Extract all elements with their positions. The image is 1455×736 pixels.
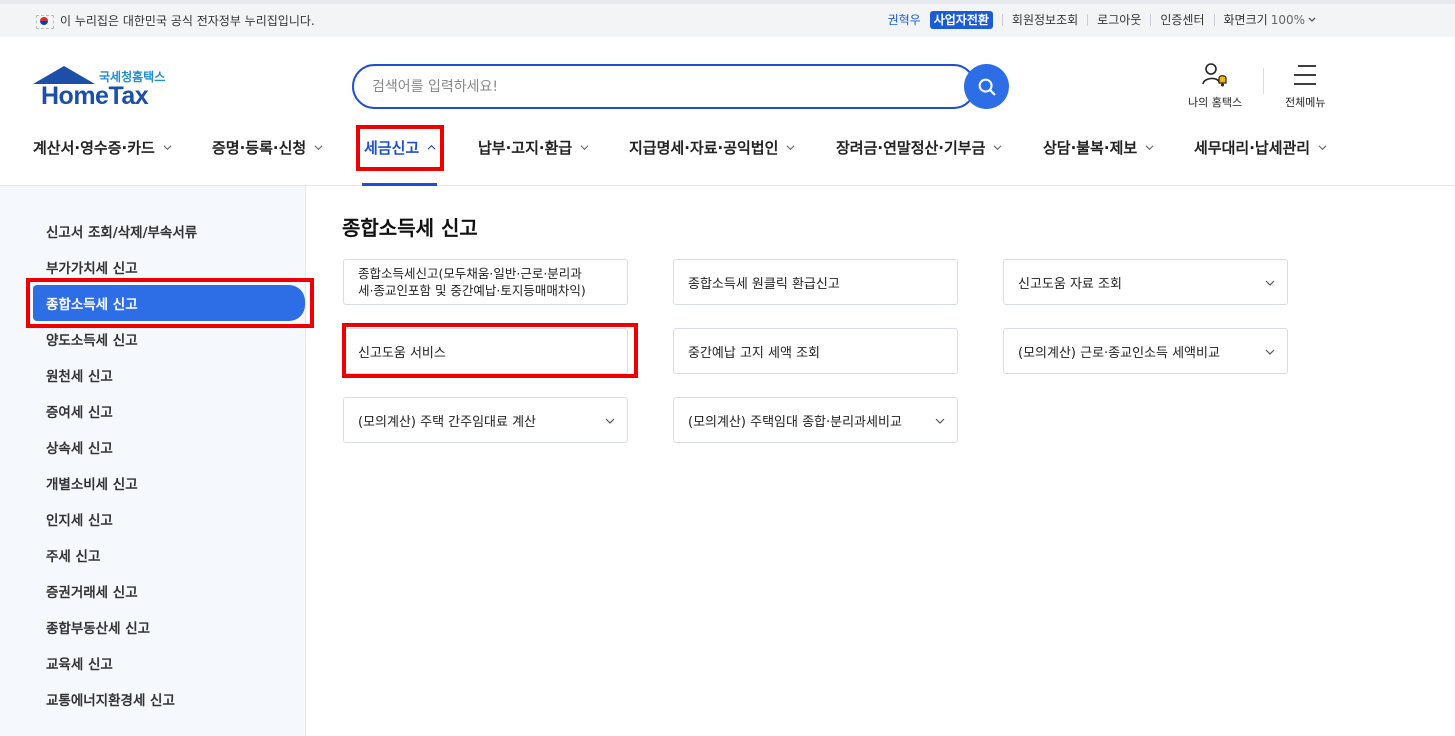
chevron-down-icon [1308, 17, 1316, 22]
highlight-box-sidebar [26, 278, 314, 328]
highlight-box-card [342, 323, 638, 378]
gnb-label: 계산서·영수증·카드 [33, 139, 155, 157]
sidebar-item-transfer-tax[interactable]: 양도소득세 신고 [46, 329, 138, 349]
my-hometax-label: 나의 홈택스 [1188, 96, 1243, 109]
chevron-down-icon [993, 145, 1002, 151]
user-name-link[interactable]: 권혁우 [879, 14, 930, 26]
chevron-down-icon [1318, 145, 1327, 151]
gnb-item-certificate[interactable]: 증명·등록·신청 [212, 137, 323, 158]
card-label: 종합소득세신고(모두채움·일반·근로·분리과 세·종교인포함 및 중간예납·토지등… [358, 266, 586, 298]
card-sim-deemed-rent[interactable]: (모의계산) 주택 간주임대료 계산 [343, 397, 628, 443]
search-button[interactable] [964, 64, 1009, 109]
sidebar-item-withholding[interactable]: 원천세 신고 [46, 365, 113, 385]
chevron-down-icon [1145, 145, 1154, 151]
chevron-down-icon [786, 145, 795, 151]
card-label: (모의계산) 주택임대 종합·분리과세비교 [688, 414, 902, 430]
zoom-value: 100% [1270, 13, 1305, 27]
logout-link[interactable]: 로그아웃 [1087, 14, 1150, 26]
gnb-label: 상담·불복·제보 [1043, 139, 1138, 157]
gnb-item-incentive[interactable]: 장려금·연말정산·기부금 [836, 137, 1002, 158]
chevron-down-icon [935, 418, 945, 424]
gnb-item-invoice[interactable]: 계산서·영수증·카드 [33, 137, 172, 158]
hometax-logo[interactable]: 국세청홈택스 HomeTax [33, 66, 173, 110]
card-income-tax-filing[interactable]: 종합소득세신고(모두채움·일반·근로·분리과 세·종교인포함 및 중간예납·토지등… [343, 259, 628, 305]
sidebar: 신고서 조회/삭제/부속서류 부가가치세 신고 종합소득세 신고 양도소득세 신… [0, 186, 306, 736]
gnb-item-statements[interactable]: 지급명세·자료·공익법인 [629, 137, 795, 158]
hamburger-icon [1294, 65, 1317, 85]
gov-banner: 이 누리집은 대한민국 공식 전자정부 누리집입니다. 권혁우 사업자전환 회원… [0, 0, 1455, 37]
sidebar-item-property[interactable]: 종합부동산세 신고 [46, 617, 150, 637]
card-label: 중간예납 고지 세액 조회 [688, 345, 820, 361]
utility-links: 권혁우 사업자전환 회원정보조회 로그아웃 인증센터 화면크기 100% [879, 11, 1325, 29]
gnb-item-consult[interactable]: 상담·불복·제보 [1043, 137, 1154, 158]
chevron-down-icon [163, 145, 172, 151]
sidebar-item-excise[interactable]: 개별소비세 신고 [46, 473, 138, 493]
gnb-item-payment[interactable]: 납부·고지·환급 [478, 137, 589, 158]
sidebar-item-education[interactable]: 교육세 신고 [46, 653, 113, 673]
switch-business-button[interactable]: 사업자전환 [929, 11, 993, 29]
card-one-click-refund[interactable]: 종합소득세 원클릭 환급신고 [673, 259, 958, 305]
gnb-item-agent[interactable]: 세무대리·납세관리 [1194, 137, 1327, 158]
gnb-label: 납부·고지·환급 [478, 139, 573, 157]
sidebar-item-securities[interactable]: 증권거래세 신고 [46, 581, 138, 601]
page-title: 종합소득세 신고 [342, 216, 478, 240]
gnb-label: 증명·등록·신청 [212, 139, 307, 157]
sidebar-item-transport[interactable]: 교통에너지환경세 신고 [46, 689, 175, 709]
korea-flag-icon [36, 14, 54, 29]
card-label: 종합소득세 원클릭 환급신고 [688, 276, 840, 292]
global-nav: 계산서·영수증·카드 증명·등록·신청 세금신고 납부·고지·환급 지급명세·자… [0, 127, 1455, 186]
card-interim-prepayment[interactable]: 중간예납 고지 세액 조회 [673, 328, 958, 374]
highlight-box-gnb [356, 125, 444, 171]
sidebar-item-report-lookup[interactable]: 신고서 조회/삭제/부속서류 [46, 221, 197, 241]
sidebar-item-inheritance[interactable]: 상속세 신고 [46, 437, 113, 457]
search-box [352, 64, 976, 109]
gnb-label: 지급명세·자료·공익법인 [629, 139, 779, 157]
card-sim-rental-compare[interactable]: (모의계산) 주택임대 종합·분리과세비교 [673, 397, 958, 443]
card-label: (모의계산) 근로·종교인소득 세액비교 [1018, 345, 1220, 361]
active-tab-underline [362, 183, 437, 186]
gnb-label: 장려금·연말정산·기부금 [836, 139, 986, 157]
zoom-label: 화면크기 [1223, 13, 1268, 27]
card-sim-labor-religious[interactable]: (모의계산) 근로·종교인소득 세액비교 [1003, 328, 1288, 374]
chevron-down-icon [1265, 349, 1275, 355]
sidebar-item-vat[interactable]: 부가가치세 신고 [46, 257, 138, 277]
sidebar-item-liquor[interactable]: 주세 신고 [46, 545, 100, 565]
card-help-data-lookup[interactable]: 신고도움 자료 조회 [1003, 259, 1288, 305]
all-menu-label: 전체메뉴 [1285, 96, 1326, 109]
all-menu-button[interactable]: 전체메뉴 [1285, 62, 1325, 110]
cert-center-link[interactable]: 인증센터 [1150, 14, 1213, 26]
gov-notice: 이 누리집은 대한민국 공식 전자정부 누리집입니다. [36, 12, 315, 29]
gov-notice-text: 이 누리집은 대한민국 공식 전자정부 누리집입니다. [60, 14, 315, 28]
card-label: 신고도움 자료 조회 [1018, 276, 1122, 292]
user-bell-icon [1202, 63, 1227, 87]
zoom-control[interactable]: 화면크기 100% [1213, 13, 1325, 27]
my-hometax-button[interactable]: 나의 홈택스 [1188, 62, 1242, 110]
sidebar-item-gift-tax[interactable]: 증여세 신고 [46, 401, 113, 421]
header-divider [1263, 68, 1264, 94]
search-input[interactable] [354, 66, 974, 107]
member-info-link[interactable]: 회원정보조회 [1001, 14, 1087, 26]
chevron-down-icon [580, 145, 589, 151]
sidebar-item-stamp[interactable]: 인지세 신고 [46, 509, 113, 529]
chevron-down-icon [314, 145, 323, 151]
chevron-down-icon [1265, 280, 1275, 286]
logo-title: HomeTax [41, 82, 149, 110]
gnb-label: 세무대리·납세관리 [1194, 139, 1311, 157]
chevron-down-icon [605, 418, 615, 424]
card-label: (모의계산) 주택 간주임대료 계산 [358, 414, 537, 430]
search-icon [978, 78, 995, 95]
